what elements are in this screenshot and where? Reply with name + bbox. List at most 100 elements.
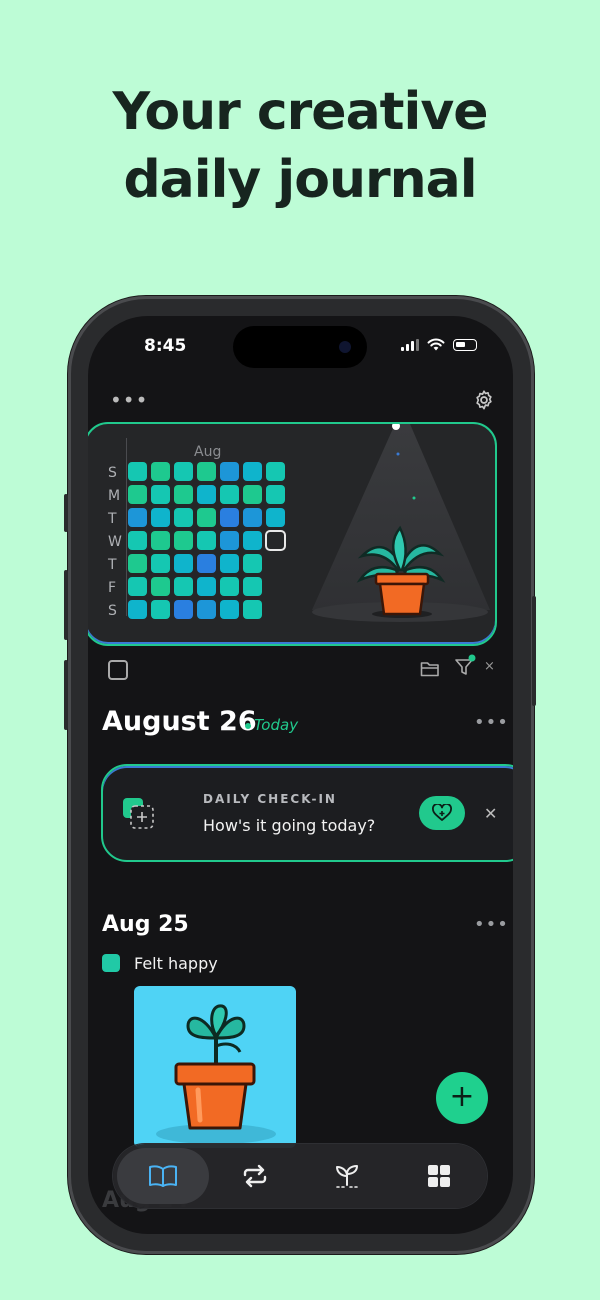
calendar-day-cell[interactable] xyxy=(174,462,193,481)
calendar-day-cell[interactable] xyxy=(151,508,170,527)
potted-plant-drawing xyxy=(156,1004,276,1144)
checkin-close-icon[interactable]: ✕ xyxy=(484,804,497,823)
calendar-day-cell[interactable] xyxy=(174,485,193,504)
day-label: T xyxy=(108,511,117,527)
toolbar-row: × xyxy=(88,654,513,684)
tab-routines[interactable] xyxy=(209,1148,301,1204)
volume-down-button xyxy=(64,660,68,730)
calendar-day-cell[interactable] xyxy=(197,554,216,573)
day-label: M xyxy=(108,488,121,504)
calendar-day-cell[interactable] xyxy=(220,508,239,527)
day-label: W xyxy=(108,534,122,550)
headline-line-2: daily journal xyxy=(123,150,477,210)
calendar-day-cell[interactable] xyxy=(174,508,193,527)
calendar-day-cell[interactable] xyxy=(266,462,285,481)
calendar-day-cell[interactable] xyxy=(128,600,147,619)
calendar-day-cell[interactable] xyxy=(243,485,262,504)
calendar-month-label: Aug xyxy=(194,444,222,460)
today-date-heading: August 26 xyxy=(102,706,257,737)
tab-more[interactable] xyxy=(393,1148,485,1204)
calendar-day-cell[interactable] xyxy=(243,531,262,550)
calendar-day-cell[interactable] xyxy=(151,600,170,619)
gear-icon[interactable] xyxy=(473,389,495,411)
entry-more-button[interactable]: ••• xyxy=(474,914,509,935)
day-label: F xyxy=(108,580,117,596)
filter-icon[interactable] xyxy=(454,654,476,678)
status-time: 8:45 xyxy=(144,336,187,356)
today-tag: Today xyxy=(254,716,299,734)
today-more-button[interactable]: ••• xyxy=(474,712,509,733)
calendar-day-cell[interactable] xyxy=(128,485,147,504)
mood-calendar-card[interactable]: Aug S M T W T F S xyxy=(88,422,497,646)
calendar-day-cell[interactable] xyxy=(220,600,239,619)
side-button xyxy=(64,494,68,532)
calendar-day-cell[interactable] xyxy=(220,577,239,596)
calendar-day-cell[interactable] xyxy=(220,554,239,573)
calendar-day-cell[interactable] xyxy=(128,462,147,481)
grid-icon xyxy=(428,1165,450,1187)
daily-checkin-card[interactable]: DAILY CHECK-IN How's it going today? ✕ xyxy=(101,764,513,862)
calendar-day-cell[interactable] xyxy=(128,508,147,527)
calendar-day-cell[interactable] xyxy=(197,462,216,481)
calendar-day-labels: S M T W T F S xyxy=(108,462,122,623)
calendar-day-cell[interactable] xyxy=(128,554,147,573)
wifi-icon xyxy=(427,338,445,351)
calendar-day-cell[interactable] xyxy=(151,531,170,550)
calendar-day-cell[interactable] xyxy=(266,485,285,504)
headline: Your creative daily journal xyxy=(0,78,600,214)
calendar-day-cell[interactable] xyxy=(243,508,262,527)
calendar-day-cell[interactable] xyxy=(220,531,239,550)
calendar-day-cell[interactable] xyxy=(151,485,170,504)
calendar-day-cell[interactable] xyxy=(151,554,170,573)
calendar-day-cell[interactable] xyxy=(151,577,170,596)
day-label: S xyxy=(108,603,117,619)
add-entry-button[interactable]: + xyxy=(436,1072,488,1124)
sprout-icon xyxy=(336,1165,358,1188)
calendar-day-cell[interactable] xyxy=(174,600,193,619)
calendar-day-cell[interactable] xyxy=(243,600,262,619)
calendar-today-cell[interactable] xyxy=(265,530,286,551)
cellular-signal-icon xyxy=(401,338,419,351)
calendar-day-cell[interactable] xyxy=(197,508,216,527)
calendar-day-cell[interactable] xyxy=(243,577,262,596)
checkin-title: DAILY CHECK-IN xyxy=(203,792,337,806)
calendar-day-cell[interactable] xyxy=(174,531,193,550)
battery-icon xyxy=(453,338,477,351)
calendar-day-cell[interactable] xyxy=(197,531,216,550)
tab-journal[interactable] xyxy=(117,1148,209,1204)
calendar-day-cell[interactable] xyxy=(243,554,262,573)
calendar-day-cell[interactable] xyxy=(266,508,285,527)
volume-up-button xyxy=(64,570,68,640)
repeat-icon xyxy=(243,1164,267,1188)
bottom-tab-bar xyxy=(113,1144,487,1208)
today-dot xyxy=(245,723,251,729)
tab-growth[interactable] xyxy=(301,1148,393,1204)
more-menu-button[interactable]: ••• xyxy=(110,388,148,412)
entry-drawing-thumbnail[interactable] xyxy=(134,986,296,1148)
status-icons xyxy=(401,338,477,351)
calendar-day-cell[interactable] xyxy=(220,485,239,504)
calendar-day-cell[interactable] xyxy=(243,462,262,481)
checkin-heart-button[interactable] xyxy=(419,796,465,830)
folder-icon[interactable] xyxy=(420,660,440,678)
calendar-day-cell[interactable] xyxy=(128,531,147,550)
calendar-day-cell[interactable] xyxy=(197,485,216,504)
power-button xyxy=(532,596,536,706)
select-checkbox-icon[interactable] xyxy=(108,660,128,680)
calendar-day-cell[interactable] xyxy=(174,577,193,596)
journal-icon xyxy=(149,1165,177,1187)
calendar-day-cell[interactable] xyxy=(197,600,216,619)
calendar-day-cell[interactable] xyxy=(151,462,170,481)
app-screen: 8:45 ••• Aug S M T W T F S × August 26 T… xyxy=(88,316,513,1234)
mood-color-swatch xyxy=(102,954,120,972)
dynamic-island xyxy=(233,326,367,368)
clear-filter-icon[interactable]: × xyxy=(484,659,495,674)
day-label: T xyxy=(108,557,117,573)
calendar-day-cell[interactable] xyxy=(197,577,216,596)
calendar-day-cell[interactable] xyxy=(128,577,147,596)
calendar-day-cell[interactable] xyxy=(174,554,193,573)
day-label: S xyxy=(108,465,117,481)
add-mood-icon xyxy=(123,798,154,829)
headline-line-1: Your creative xyxy=(112,82,488,142)
calendar-day-cell[interactable] xyxy=(220,462,239,481)
